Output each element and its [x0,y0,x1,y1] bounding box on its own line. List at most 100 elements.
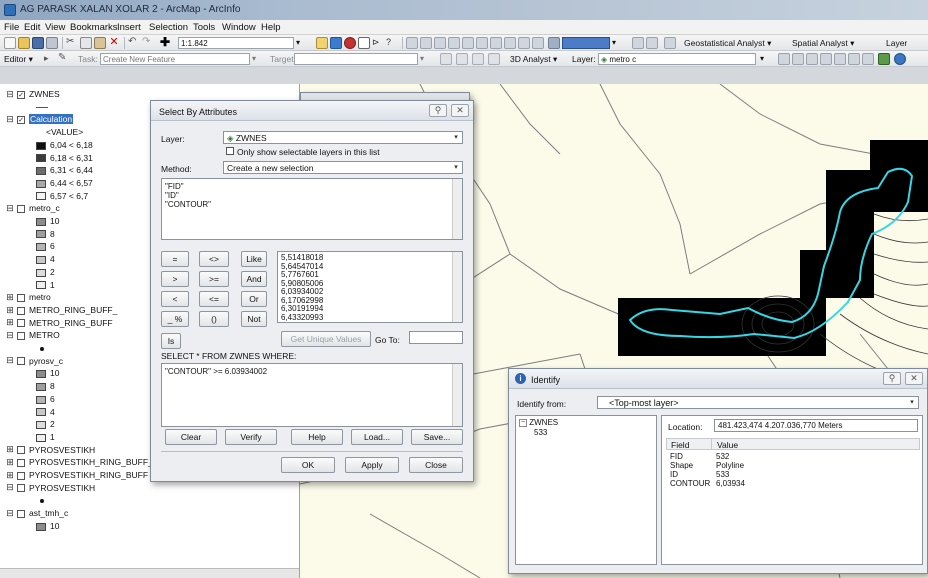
layer-visibility-checkbox[interactable] [17,205,25,214]
tool-n-icon[interactable] [664,37,676,49]
tool-a-icon[interactable] [406,37,418,49]
3d-layer-combo[interactable]: ◈ metro c [598,53,756,65]
task-dropdown-icon[interactable]: ▾ [252,53,264,65]
legend-swatch[interactable] [36,243,46,252]
tool-f-icon[interactable] [476,37,488,49]
toc-layer-label[interactable]: METRO [29,330,60,340]
tree-feature-node[interactable]: 533 [516,427,656,437]
operator-button[interactable]: _ % [161,311,189,327]
paste-icon[interactable] [94,37,106,49]
legend-swatch[interactable] [36,166,46,175]
toc-layer-row[interactable]: ⊟ ✓ Calculation [6,113,74,125]
layer-visibility-checkbox[interactable]: ✓ [17,90,25,99]
command-line-icon[interactable] [358,37,370,49]
scale-combo[interactable]: 1:1.842 [178,37,294,49]
is-button[interactable]: Is [161,333,181,349]
tree-layer-node[interactable]: − ZWNES [516,416,656,427]
close-icon[interactable]: ✕ [451,104,469,117]
toc-layer-row[interactable]: ⊟ pyrosv_c [6,355,63,367]
toc-layer-row[interactable]: ⊟ ast_tmh_c [6,507,68,519]
collapse-icon[interactable]: ⊟ [6,115,14,125]
attributes-icon[interactable] [440,53,452,65]
tool-c-icon[interactable] [434,37,446,49]
operator-button[interactable]: = [161,251,189,267]
3d-analyst-menu[interactable]: 3D Analyst ▾ [510,54,557,65]
3d-tool-b-icon[interactable] [792,53,804,65]
verify-button[interactable]: Verify [225,429,277,445]
operator-button[interactable]: >= [199,271,229,287]
3d-tool-d-icon[interactable] [820,53,832,65]
get-unique-values-button[interactable]: Get Unique Values [281,331,371,347]
toc-layer-label[interactable]: Calculation [29,114,74,125]
toc-layer-row[interactable]: ⊟ ✓ ZWNES [6,88,60,100]
edit-extra-icon[interactable] [472,53,484,65]
legend-swatch[interactable] [36,420,46,429]
expand-icon[interactable]: ⊞ [6,458,14,468]
fields-scrollbar[interactable] [452,179,462,239]
pin-icon[interactable]: ⚲ [883,372,901,385]
unique-values-scrollbar[interactable] [452,252,462,322]
toc-layer-label[interactable]: ast_tmh_c [29,508,68,518]
only-selectable-checkbox[interactable] [226,147,234,155]
legend-swatch[interactable] [36,433,46,442]
toc-layer-label[interactable]: PYROSVESTIKH_RING_BUFF_1 [29,457,157,467]
whats-this-icon[interactable]: ? [386,37,398,49]
3d-layer-dropdown-icon[interactable]: ▾ [760,53,772,65]
toc-layer-row[interactable]: ⊟ PYROSVESTIKH [6,482,95,494]
method-combo[interactable]: Create a new selection ▾ [223,161,463,174]
sketch-tool-icon[interactable]: ✎ [58,53,70,65]
attribute-row[interactable]: CONTOUR 6,03934 [666,479,920,488]
layer-visibility-checkbox[interactable] [17,471,25,480]
tool-l-icon[interactable] [632,37,644,49]
toc-layer-row[interactable]: ⊞ metro [6,291,51,303]
identify-results-tree[interactable]: − ZWNES 533 [515,415,657,565]
layer-visibility-checkbox[interactable] [17,293,25,302]
layer-visibility-checkbox[interactable] [17,357,25,366]
sketch-props-icon[interactable] [456,53,468,65]
unique-values-list[interactable]: 5,51418018 5,64547014 5,7767601 5,90805006 6… [277,251,463,323]
save-button[interactable]: Save... [411,429,463,445]
cut-icon[interactable]: ✂ [66,37,78,49]
toc-layer-label[interactable]: PYROSVESTIKH_RING_BUFF [29,470,148,480]
toc-layer-label[interactable]: PYROSVESTIKH [29,483,95,493]
toc-layer-row[interactable]: ⊞ PYROSVESTIKH_RING_BUFF_1 [6,456,157,468]
menu-window[interactable]: Window [222,22,256,33]
tool-j-icon[interactable] [532,37,544,49]
layer-combo[interactable]: ◈ ZWNES ▾ [223,131,463,144]
tool-e-icon[interactable] [462,37,474,49]
model-builder-icon[interactable]: ⊳ [372,37,384,49]
operator-button[interactable]: < [161,291,189,307]
legend-swatch[interactable] [36,281,46,290]
toc-layer-label[interactable]: METRO_RING_BUFF [29,318,113,328]
new-icon[interactable] [4,37,16,49]
goto-input[interactable] [409,331,463,344]
layer-visibility-checkbox[interactable] [17,332,25,341]
delete-icon[interactable]: ✕ [108,37,120,49]
value-column-header[interactable]: Value [717,440,738,450]
menu-selection[interactable]: Selection [149,22,188,33]
expand-icon[interactable]: ⊞ [6,292,14,302]
operator-button[interactable]: > [161,271,189,287]
collapse-icon[interactable]: ⊟ [6,331,14,341]
operator-button[interactable]: <> [199,251,229,267]
expression-scrollbar[interactable] [452,364,462,426]
expand-icon[interactable]: ⊞ [6,470,14,480]
line-symbol[interactable] [36,101,48,113]
legend-swatch[interactable] [36,268,46,277]
operator-button[interactable]: Not [241,311,267,327]
apply-button[interactable]: Apply [345,457,399,473]
3d-tool-g-icon[interactable] [862,53,874,65]
legend-swatch[interactable] [36,408,46,417]
sql-expression-box[interactable]: "CONTOUR" >= 6.03934002 [161,363,463,427]
close-button[interactable]: Close [409,457,463,473]
layer-visibility-checkbox[interactable] [17,484,25,493]
attribute-row[interactable]: Shape Polyline [666,461,920,470]
close-icon[interactable]: ✕ [905,372,923,385]
collapse-icon[interactable]: ⊟ [6,89,14,99]
toc-layer-row[interactable]: ⊟ metro_c [6,202,60,214]
tool-g-icon[interactable] [490,37,502,49]
field-column-header[interactable]: Field [671,440,689,450]
point-symbol[interactable] [40,494,44,506]
layer-visibility-checkbox[interactable] [17,306,25,315]
field-item[interactable]: "CONTOUR" [162,200,462,209]
